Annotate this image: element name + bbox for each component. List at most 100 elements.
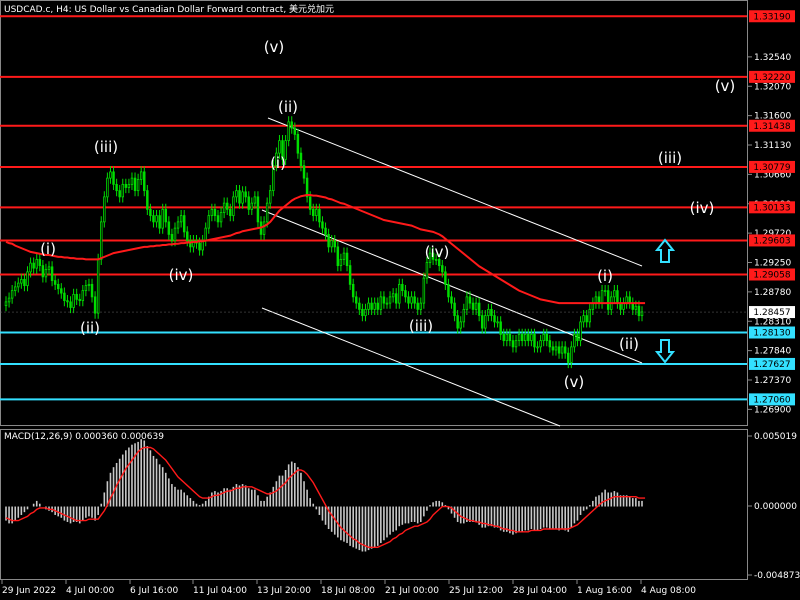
price-tick-label: 1.32540: [754, 53, 791, 63]
candle-body: [465, 296, 469, 310]
candle-body: [112, 171, 115, 185]
candle-body: [493, 315, 496, 323]
candle-body: [548, 340, 552, 348]
candle-body: [296, 133, 300, 154]
candle-body: [453, 302, 456, 317]
candle-body: [87, 283, 91, 287]
macd-axis-label: 0.005019: [754, 432, 797, 442]
candle-body: [487, 308, 490, 317]
candle-body: [333, 240, 336, 248]
price-tick-label: 1.31130: [754, 141, 791, 151]
candle-body: [56, 283, 60, 290]
candle-body: [143, 171, 146, 192]
candle-body: [29, 262, 32, 273]
candle-body: [514, 340, 518, 348]
candle-body: [398, 283, 401, 304]
candle-body: [50, 266, 54, 282]
candle-body: [517, 333, 521, 342]
price-tick-label: 1.27840: [754, 347, 791, 357]
candle-body: [93, 296, 97, 314]
candle-body: [511, 340, 515, 348]
macd-axis-label: -0.004873: [754, 571, 800, 581]
wave-label: (v): [564, 373, 585, 391]
price-tick-label: 1.28310: [754, 317, 791, 327]
candle-body: [462, 308, 466, 323]
wave-label: (i): [270, 154, 286, 172]
level-badge-label: 1.31438: [753, 122, 790, 132]
candle-body: [364, 308, 367, 317]
candle-body: [235, 190, 238, 198]
candle-body: [38, 258, 42, 267]
time-tick-label: 28 Jul 04:00: [513, 586, 567, 596]
candle-body: [459, 321, 462, 329]
candle-body: [324, 227, 327, 235]
candle-body: [106, 177, 109, 198]
candle-body: [186, 231, 189, 242]
candle-body: [130, 177, 134, 185]
wave-label: (i): [40, 240, 56, 258]
candle-body: [250, 202, 254, 210]
candle-body: [315, 208, 318, 217]
candle-body: [63, 292, 66, 302]
candle-body: [216, 215, 220, 223]
candle-body: [394, 293, 398, 304]
candle-body: [139, 171, 143, 180]
candle-body: [167, 221, 171, 235]
level-badge-label: 1.33190: [753, 12, 790, 22]
candle-body: [121, 183, 124, 198]
candle-body: [268, 190, 272, 204]
candle-body: [118, 190, 121, 198]
candle-body: [213, 208, 217, 217]
chart-canvas[interactable]: 1.325401.320701.316001.311301.306601.301…: [0, 0, 800, 600]
wave-label: (v): [264, 38, 285, 56]
candle-body: [78, 298, 81, 302]
candle-body: [490, 308, 493, 317]
macd-axis-label: 0.000000: [754, 502, 797, 512]
candle-body: [232, 196, 235, 217]
candle-body: [634, 305, 638, 310]
candle-body: [32, 262, 35, 269]
wave-label: (ii): [619, 335, 639, 353]
candle-body: [124, 183, 128, 188]
candle-body: [370, 302, 373, 310]
candle-body: [382, 296, 386, 304]
candle-body: [265, 202, 269, 223]
candle-body: [13, 286, 17, 292]
candle-body: [579, 321, 582, 342]
candle-body: [524, 333, 527, 342]
candle-body: [361, 308, 364, 317]
candle-body: [210, 208, 214, 217]
candle-body: [505, 333, 509, 342]
candle-body: [419, 302, 423, 310]
candle-body: [278, 140, 281, 154]
candle-body: [321, 221, 324, 229]
candle-body: [474, 302, 478, 310]
candle-body: [161, 208, 164, 229]
candle-body: [576, 333, 579, 342]
candle-body: [20, 278, 23, 284]
candle-body: [388, 296, 392, 304]
candle-body: [100, 221, 103, 260]
macd-title: MACD(12,26,9) 0.000360 0.000639: [4, 432, 164, 442]
candle-body: [146, 190, 149, 210]
time-tick-label: 6 Jul 16:00: [130, 586, 179, 596]
wave-label: (iv): [690, 199, 715, 217]
candle-body: [339, 258, 343, 267]
candle-body: [345, 252, 349, 267]
candle-body: [410, 296, 413, 304]
candle-body: [318, 208, 321, 223]
candle-body: [241, 191, 244, 204]
level-badge-label: 1.27627: [753, 360, 790, 370]
candle-body: [358, 302, 361, 310]
candle-body: [444, 271, 447, 285]
candle-body: [585, 315, 588, 323]
current-price-label: 1.28457: [753, 308, 790, 318]
candle-body: [499, 321, 502, 335]
candle-body: [471, 302, 475, 310]
candle-body: [155, 215, 158, 223]
candle-body: [560, 346, 564, 354]
candle-body: [336, 246, 340, 267]
candle-body: [425, 262, 429, 279]
candle-body: [588, 308, 592, 323]
candle-body: [182, 215, 186, 233]
